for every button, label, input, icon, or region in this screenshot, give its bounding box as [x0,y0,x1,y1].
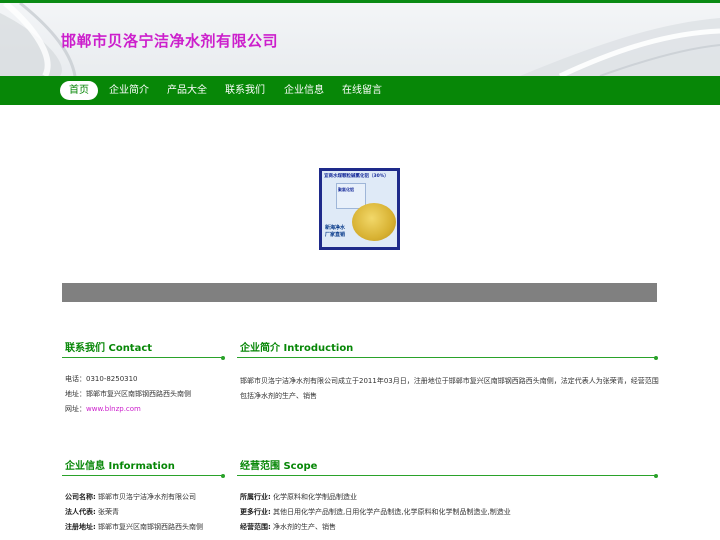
info-row-label: 公司名称: [65,493,96,501]
scope-title: 经营范围 Scope [240,461,318,472]
intro-title: 企业简介 Introduction [240,343,354,354]
product-image-inner: 宜商水煤颗粒碱氯化铝（30%） 聚氯化铝 新海净水 厂家直销 [322,171,397,247]
scope-row-value: 化学原料和化学制品制造业 [273,493,358,501]
scope-row-label: 更多行业: [240,508,271,516]
contact-address-label: 地址： [65,390,86,398]
contact-website-label: 网址： [65,405,86,413]
contact-address: 地址：邯郸市复兴区南邯钢西路西头南侧 [65,389,191,399]
contact-divider [62,355,225,360]
nav-item-message[interactable]: 在线留言 [337,81,387,100]
product-label: 新海净水 厂家直销 [325,225,349,239]
product-label-line2: 厂家直销 [325,232,346,238]
nav-item-about[interactable]: 企业简介 [104,81,154,100]
info-row: 法人代表: 张荣青 [65,507,119,517]
info-divider [62,473,225,478]
info-row-value: 邯郸市贝洛宁洁净水剂有限公司 [98,493,197,501]
scope-row-value: 净水剂的生产、销售 [273,523,337,531]
info-row-label: 法人代表: [65,508,96,516]
product-label-line1: 新海净水 [325,225,346,231]
product-image[interactable]: 宜商水煤颗粒碱氯化铝（30%） 聚氯化铝 新海净水 厂家直销 [319,168,400,250]
scope-row: 经营范围: 净水剂的生产、销售 [240,522,336,532]
contact-phone: 电话：0310-8250310 [65,374,138,384]
contact-phone-label: 电话： [65,375,86,383]
product-banner-text: 宜商水煤颗粒碱氯化铝（30%） [324,174,389,179]
nav-item-products[interactable]: 产品大全 [162,81,212,100]
site-header: 邯郸市贝洛宁洁净水剂有限公司 [0,3,720,76]
nav-item-home[interactable]: 首页 [60,81,98,100]
contact-address-value: 邯郸市复兴区南邯钢西路西头南侧 [86,390,191,398]
contact-website-link[interactable]: www.blnzp.com [86,405,141,413]
scope-row-label: 经营范围: [240,523,271,531]
info-row: 公司名称: 邯郸市贝洛宁洁净水剂有限公司 [65,492,196,502]
intro-text: 邯郸市贝洛宁洁净水剂有限公司成立于2011年03月日，注册地位于邯郸市复兴区南邯… [240,377,659,400]
scope-row: 更多行业: 其他日用化学产品制造,日用化学产品制造,化学原料和化学制品制造业,制… [240,507,511,517]
info-title: 企业信息 Information [65,461,175,472]
info-row: 注册地址: 邯郸市复兴区南邯钢西路西头南侧 [65,522,203,532]
main-nav: 首页 企业简介 产品大全 联系我们 企业信息 在线留言 [0,76,720,105]
scope-row: 所属行业: 化学原料和化学制品制造业 [240,492,357,502]
contact-website: 网址：www.blnzp.com [65,404,141,414]
info-row-value: 张荣青 [98,508,120,516]
gray-banner [62,283,657,302]
contact-title: 联系我们 Contact [65,343,153,354]
contact-phone-value: 0310-8250310 [86,375,138,383]
product-bag-text: 聚氯化铝 [338,187,354,192]
scope-row-label: 所属行业: [240,493,271,501]
intro-divider [237,355,658,360]
info-row-value: 邯郸市复兴区南邯钢西路西头南侧 [98,523,204,531]
scope-divider [237,473,658,478]
scope-row-value: 其他日用化学产品制造,日用化学产品制造,化学原料和化学制品制造业,制造业 [273,508,511,516]
product-powder [352,203,396,241]
site-title[interactable]: 邯郸市贝洛宁洁净水剂有限公司 [61,30,278,51]
nav-item-company-info[interactable]: 企业信息 [279,81,329,100]
info-row-label: 注册地址: [65,523,96,531]
nav-item-contact[interactable]: 联系我们 [220,81,270,100]
